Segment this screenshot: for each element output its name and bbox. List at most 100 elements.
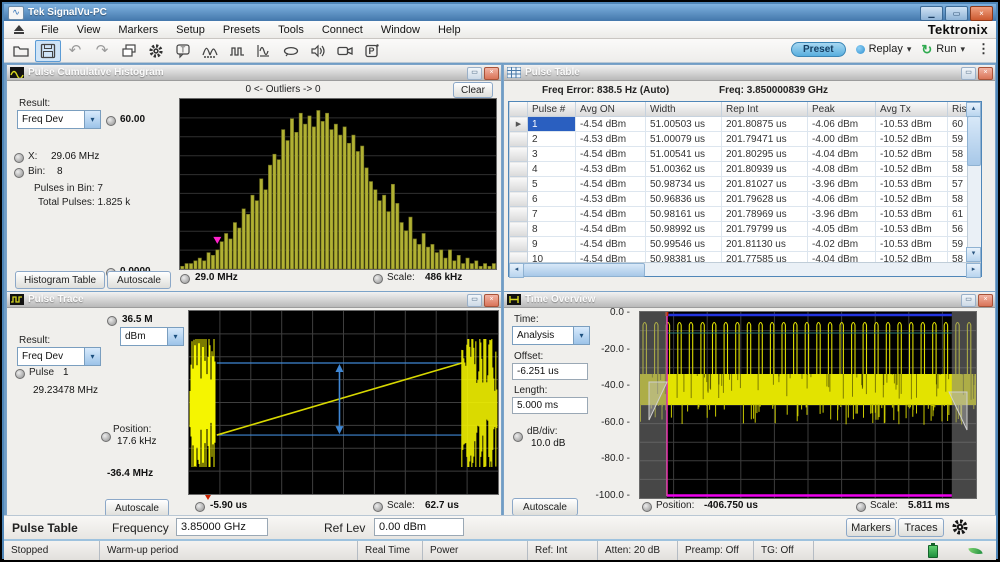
minimize-button[interactable]: ▁ — [920, 6, 943, 21]
preset-button[interactable]: Preset — [791, 42, 846, 57]
pulse-table-panel-titlebar[interactable]: Pulse Table ▭ × — [504, 65, 995, 81]
frequency-input[interactable] — [176, 518, 268, 536]
horizontal-scrollbar[interactable]: ◂ ▸ — [509, 262, 981, 276]
time-waveform-icon[interactable] — [251, 40, 277, 62]
row-selector-cell[interactable] — [510, 237, 528, 252]
pulse-trace-icon[interactable] — [224, 40, 250, 62]
offset-input[interactable] — [512, 363, 588, 380]
menu-item-presets[interactable]: Presets — [214, 23, 269, 37]
eject-icon[interactable] — [14, 25, 24, 34]
dpx-icon[interactable] — [278, 40, 304, 62]
adjust-knob-icon[interactable] — [14, 168, 24, 178]
adjust-knob-icon[interactable] — [373, 502, 383, 512]
table-row[interactable]: 9-4.54 dBm50.99546 us201.81130 us-4.02 d… — [510, 237, 969, 252]
adjust-knob-icon[interactable] — [14, 153, 24, 163]
pulse-statistics-icon[interactable] — [197, 40, 223, 62]
histogram-plot[interactable] — [179, 98, 497, 270]
table-row[interactable]: 6-4.53 dBm50.96836 us201.79628 us-4.06 d… — [510, 192, 969, 207]
markers-button[interactable]: Markers — [846, 518, 896, 537]
scroll-right-icon[interactable]: ▸ — [966, 263, 981, 278]
table-row[interactable]: 5-4.54 dBm50.98734 us201.81027 us-3.96 d… — [510, 177, 969, 192]
menu-item-help[interactable]: Help — [429, 23, 470, 37]
panel-close-button[interactable]: × — [484, 67, 499, 80]
adjust-knob-icon[interactable] — [373, 274, 383, 284]
row-selector-cell[interactable] — [510, 192, 528, 207]
column-header-avg-tx[interactable]: Avg Tx — [876, 102, 948, 117]
scroll-up-icon[interactable]: ▴ — [966, 102, 981, 117]
windows-layout-icon[interactable] — [116, 40, 142, 62]
scroll-down-icon[interactable]: ▾ — [966, 247, 981, 262]
result-combo[interactable]: Freq Dev ▾ — [17, 110, 101, 129]
table-row[interactable]: 3-4.54 dBm51.00541 us201.80295 us-4.04 d… — [510, 147, 969, 162]
row-selector-cell[interactable] — [510, 177, 528, 192]
settings-gear-icon[interactable] — [950, 517, 970, 537]
ref-lev-input[interactable] — [374, 518, 464, 536]
adjust-knob-icon[interactable] — [107, 316, 117, 326]
adjust-knob-icon[interactable] — [642, 502, 652, 512]
menu-item-file[interactable]: File — [32, 23, 68, 37]
histogram-table-button[interactable]: Histogram Table — [15, 271, 105, 289]
audio-demod-icon[interactable] — [305, 40, 331, 62]
preset-p-icon[interactable]: P — [359, 40, 385, 62]
camera-icon[interactable] — [332, 40, 358, 62]
clear-button[interactable]: Clear — [453, 82, 493, 98]
save-icon[interactable] — [35, 40, 61, 62]
histogram-panel-titlebar[interactable]: Pulse Cumulative Histogram ▭ × — [7, 65, 501, 81]
menu-item-setup[interactable]: Setup — [167, 23, 214, 37]
time-overview-panel-titlebar[interactable]: Time Overview ▭ × — [504, 292, 995, 308]
row-selector-cell[interactable] — [510, 207, 528, 222]
scrollbar-thumb[interactable] — [523, 263, 645, 277]
table-row[interactable]: 10-4.54 dBm50.98381 us201.77585 us-4.04 … — [510, 252, 969, 263]
traces-button[interactable]: Traces — [898, 518, 944, 537]
adjust-knob-icon[interactable] — [101, 432, 111, 442]
units-combo[interactable]: dBm ▾ — [120, 327, 184, 346]
redo-icon[interactable]: ↷ — [89, 40, 115, 62]
column-header-avg-on[interactable]: Avg ON — [576, 102, 646, 117]
settings-gear-icon[interactable] — [143, 40, 169, 62]
time-combo[interactable]: Analysis ▾ — [512, 326, 590, 345]
run-dropdown[interactable]: ↻ Run ▾ — [921, 43, 965, 55]
column-header-rep-int[interactable]: Rep Int — [722, 102, 808, 117]
menu-item-tools[interactable]: Tools — [269, 23, 313, 37]
marker-label-icon[interactable]: T — [170, 40, 196, 62]
panel-close-button[interactable]: × — [484, 294, 499, 307]
undo-icon[interactable]: ↶ — [62, 40, 88, 62]
menu-item-connect[interactable]: Connect — [313, 23, 372, 37]
more-options-icon[interactable]: ⋮ — [977, 41, 990, 57]
row-selector-cell[interactable] — [510, 147, 528, 162]
column-header-rise[interactable]: Rise — [948, 102, 969, 117]
adjust-knob-icon[interactable] — [180, 274, 190, 284]
scroll-left-icon[interactable]: ◂ — [509, 263, 524, 278]
adjust-knob-icon[interactable] — [106, 116, 116, 126]
pulse-trace-plot[interactable] — [188, 310, 499, 495]
result-combo[interactable]: Freq Dev ▾ — [17, 347, 101, 366]
menu-item-view[interactable]: View — [68, 23, 110, 37]
table-row[interactable]: 7-4.54 dBm50.98161 us201.78969 us-3.96 d… — [510, 207, 969, 222]
menu-item-window[interactable]: Window — [372, 23, 429, 37]
panel-minimize-button[interactable]: ▭ — [467, 294, 482, 307]
adjust-knob-icon[interactable] — [195, 502, 205, 512]
table-row[interactable]: 2-4.53 dBm51.00079 us201.79471 us-4.00 d… — [510, 132, 969, 147]
time-overview-plot[interactable] — [639, 311, 977, 499]
panel-minimize-button[interactable]: ▭ — [961, 294, 976, 307]
autoscale-button[interactable]: Autoscale — [512, 498, 578, 516]
row-selector-cell[interactable] — [510, 252, 528, 263]
panel-minimize-button[interactable]: ▭ — [467, 67, 482, 80]
close-button[interactable]: × — [970, 6, 993, 21]
table-row[interactable]: 8-4.54 dBm50.98992 us201.79799 us-4.05 d… — [510, 222, 969, 237]
replay-dropdown[interactable]: Replay ▾ — [856, 43, 912, 55]
column-header-peak[interactable]: Peak — [808, 102, 876, 117]
table-row[interactable]: 4-4.53 dBm51.00362 us201.80939 us-4.08 d… — [510, 162, 969, 177]
panel-minimize-button[interactable]: ▭ — [961, 67, 976, 80]
row-selector-cell[interactable] — [510, 162, 528, 177]
column-header-pulse-[interactable]: Pulse # — [528, 102, 576, 117]
length-input[interactable] — [512, 397, 588, 414]
open-folder-icon[interactable] — [8, 40, 34, 62]
panel-close-button[interactable]: × — [978, 67, 993, 80]
table-row[interactable]: ▶1-4.54 dBm51.00503 us201.80875 us-4.06 … — [510, 117, 969, 132]
autoscale-button[interactable]: Autoscale — [107, 271, 171, 289]
maximize-button[interactable]: ▭ — [945, 6, 968, 21]
menu-item-markers[interactable]: Markers — [109, 23, 167, 37]
panel-close-button[interactable]: × — [978, 294, 993, 307]
row-selector-cell[interactable] — [510, 132, 528, 147]
